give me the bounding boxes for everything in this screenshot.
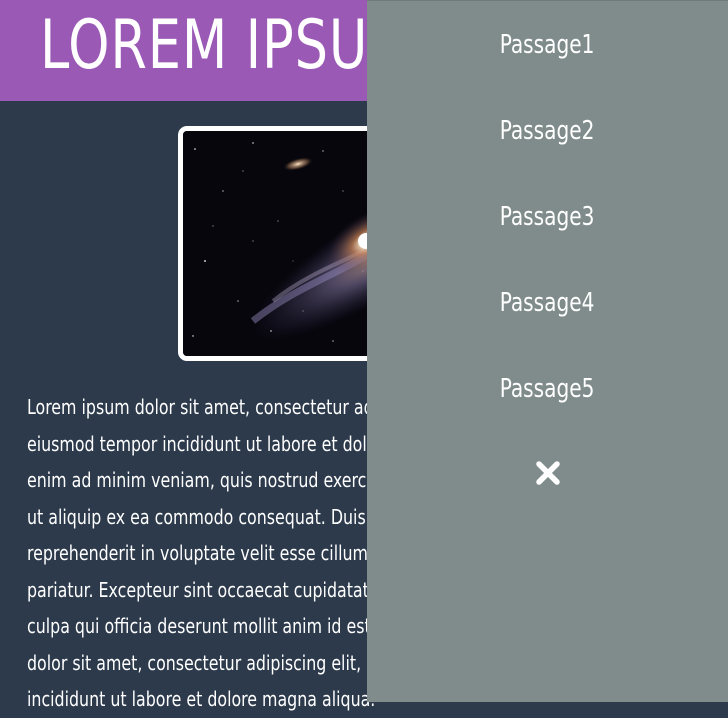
nav-item-label: Passage2 [500,116,595,146]
nav-item-passage4[interactable]: Passage4 [367,281,728,325]
nav-item-passage2[interactable]: Passage2 [367,109,728,153]
close-icon [536,461,560,485]
nav-item-label: Passage4 [500,288,595,318]
close-button[interactable] [535,460,561,486]
nav-item-passage5[interactable]: Passage5 [367,367,728,411]
page: LOREM IPSUM Lorem ipsum dolor sit amet, … [0,0,728,711]
nav-item-label: Passage5 [500,374,595,404]
side-nav-drawer: Passage1 Passage2 Passage3 Passage4 Pass… [367,0,728,702]
nav-item-label: Passage3 [500,202,595,232]
nav-item-passage3[interactable]: Passage3 [367,195,728,239]
nav-item-label: Passage1 [500,30,595,60]
nav-item-passage1[interactable]: Passage1 [367,23,728,67]
page-title: LOREM IPSUM [40,6,415,85]
